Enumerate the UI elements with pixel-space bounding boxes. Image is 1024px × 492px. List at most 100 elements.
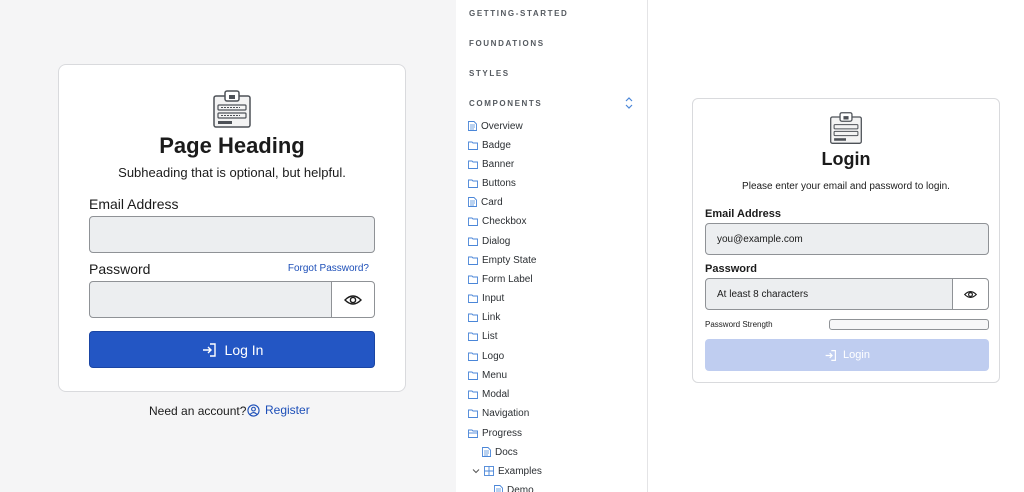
nav-section-getting-started[interactable]: GETTING-STARTED (469, 9, 568, 18)
login-arrow-icon (202, 342, 216, 357)
email-input[interactable] (89, 216, 375, 253)
sidebar-item-label: Demo (507, 484, 534, 492)
sidebar-item-input[interactable]: Input (468, 290, 504, 306)
sidebar-item-label: Checkbox (482, 215, 527, 227)
folder-icon (468, 217, 478, 226)
eye-icon (964, 290, 977, 298)
folder-icon (468, 237, 478, 246)
folder-icon (468, 141, 478, 150)
page-subheading: Subheading that is optional, but helpful… (118, 165, 346, 180)
folder-icon (468, 160, 478, 169)
sidebar-item-label: List (482, 330, 498, 342)
login-arrow-icon (825, 349, 836, 361)
email-input[interactable]: you@example.com (705, 223, 989, 255)
nav-section-foundations[interactable]: FOUNDATIONS (469, 39, 545, 48)
folder-icon (468, 256, 478, 265)
sidebar-item-label: Modal (482, 388, 510, 400)
folder-icon (468, 332, 478, 341)
add-user-icon (247, 403, 260, 417)
sidebar-item-banner[interactable]: Banner (468, 156, 514, 172)
sidebar-item-menu[interactable]: Menu (468, 367, 507, 383)
login-title: Login (821, 149, 871, 169)
sidebar-item-link[interactable]: Link (468, 309, 500, 325)
sidebar-item-docs[interactable]: Docs (482, 444, 518, 460)
login-label: Login (843, 349, 870, 361)
password-strength-label: Password Strength (705, 320, 773, 329)
sidebar-item-label: Banner (482, 158, 515, 170)
sidebar-item-checkbox[interactable]: Checkbox (468, 213, 526, 229)
chevron-down-icon[interactable] (472, 467, 480, 475)
sidebar-item-label: Dialog (482, 235, 511, 247)
log-in-button[interactable]: Log In (89, 331, 375, 368)
password-input[interactable] (89, 281, 332, 318)
grid-icon (484, 466, 494, 476)
sidebar-item-label: Empty State (482, 254, 537, 266)
password-strength-meter (829, 319, 989, 330)
forgot-password-link[interactable]: Forgot Password? (288, 263, 369, 274)
left-preview-pane: Page Heading Subheading that is optional… (0, 0, 456, 492)
eye-icon (344, 294, 362, 305)
sidebar-item-progress[interactable]: Progress (468, 425, 522, 441)
folder-icon (468, 390, 478, 399)
nav-section-styles[interactable]: STYLES (469, 69, 510, 78)
password-input[interactable]: At least 8 characters (705, 278, 953, 310)
register-link[interactable]: Register (247, 403, 310, 417)
register-label: Register (265, 403, 310, 417)
password-label: Password (705, 263, 757, 275)
sidebar-item-label: Overview (481, 120, 523, 132)
sidebar-item-badge[interactable]: Badge (468, 137, 511, 153)
document-icon (482, 447, 491, 457)
sidebar-item-empty-state[interactable]: Empty State (468, 252, 536, 268)
folder-icon (468, 409, 478, 418)
id-badge-icon (213, 90, 251, 128)
id-badge-icon (830, 112, 862, 144)
log-in-label: Log In (224, 341, 264, 358)
folder-icon (468, 371, 478, 380)
component-nav: GETTING-STARTED FOUNDATIONS STYLES COMPO… (456, 0, 648, 492)
sidebar-item-label: Card (481, 196, 503, 208)
login-subtitle: Please enter your email and password to … (742, 181, 950, 192)
sidebar-item-overview[interactable]: Overview (468, 118, 523, 134)
sidebar-item-label: Form Label (482, 273, 533, 285)
need-account-text: Need an account? (149, 404, 247, 418)
sidebar-item-logo[interactable]: Logo (468, 348, 504, 364)
sidebar-item-label: Logo (482, 350, 505, 362)
nav-section-components[interactable]: COMPONENTS (469, 99, 542, 108)
login-card-compact: Login Please enter your email and passwo… (692, 98, 1000, 383)
sidebar-item-label: Progress (482, 427, 523, 439)
document-icon (468, 121, 477, 131)
sidebar-item-buttons[interactable]: Buttons (468, 175, 516, 191)
sidebar-item-label: Navigation (482, 407, 530, 419)
document-icon (494, 485, 503, 492)
folder-open-icon (468, 429, 478, 438)
sidebar-item-form-label[interactable]: Form Label (468, 271, 533, 287)
sidebar-item-dialog[interactable]: Dialog (468, 233, 510, 249)
page-heading: Page Heading (159, 133, 305, 158)
password-label: Password (89, 261, 151, 277)
show-password-button[interactable] (331, 281, 375, 318)
sidebar-item-modal[interactable]: Modal (468, 386, 509, 402)
sidebar-item-label: Badge (482, 139, 511, 151)
chevron-collapse-icon[interactable] (624, 96, 634, 110)
sidebar-item-navigation[interactable]: Navigation (468, 405, 529, 421)
sidebar-item-label: Docs (495, 446, 518, 458)
sidebar-item-label: Buttons (482, 177, 516, 189)
login-button[interactable]: Login (705, 339, 989, 371)
sidebar-item-label: Examples (498, 465, 542, 477)
sidebar-item-list[interactable]: List (468, 328, 498, 344)
folder-icon (468, 179, 478, 188)
show-password-button[interactable] (952, 278, 989, 310)
sidebar-item-examples[interactable]: Examples (472, 463, 542, 479)
sidebar-item-label: Menu (482, 369, 508, 381)
sidebar-item-label: Link (482, 311, 501, 323)
folder-icon (468, 275, 478, 284)
email-label: Email Address (705, 208, 782, 220)
login-card: Page Heading Subheading that is optional… (58, 64, 406, 392)
folder-icon (468, 313, 478, 322)
document-icon (468, 197, 477, 207)
folder-icon (468, 352, 478, 361)
email-label: Email Address (89, 196, 179, 212)
sidebar-item-demo[interactable]: Demo (494, 482, 534, 492)
sidebar-item-card[interactable]: Card (468, 194, 503, 210)
sidebar-item-label: Input (482, 292, 505, 304)
